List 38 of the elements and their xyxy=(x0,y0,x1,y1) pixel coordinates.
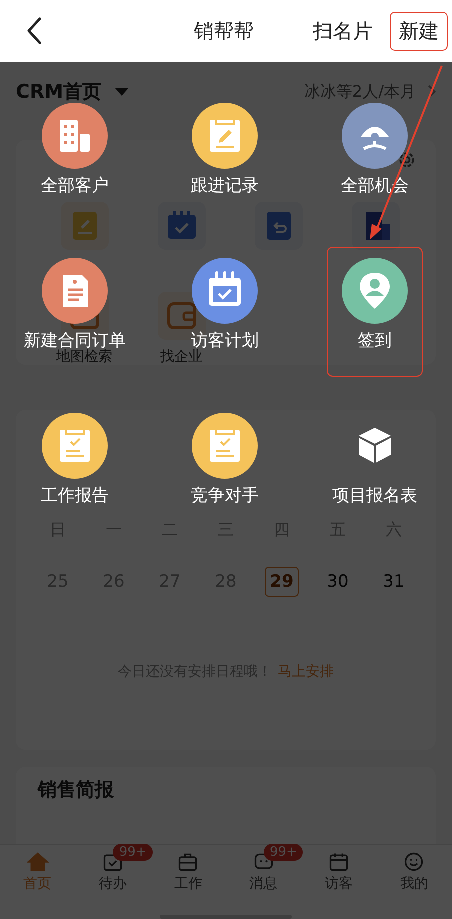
header-action[interactable]: 扫名片 xyxy=(304,12,382,50)
clipboard-icon[interactable] xyxy=(42,413,108,479)
calendar-icon[interactable] xyxy=(192,258,258,324)
menu-label[interactable]: 签到 xyxy=(358,329,392,352)
smiley-icon xyxy=(403,851,426,873)
clipboard-icon[interactable] xyxy=(192,413,258,479)
building-icon[interactable] xyxy=(42,103,108,169)
back-icon[interactable] xyxy=(26,17,42,45)
calendar-date[interactable]: 31 xyxy=(378,567,410,597)
caret-icon xyxy=(115,88,130,96)
tab-item[interactable]: 访客 xyxy=(324,851,353,893)
menu-label[interactable]: 项目报名表 xyxy=(332,484,418,507)
menu-label[interactable]: 全部客户 xyxy=(41,174,109,197)
umbrella-icon[interactable] xyxy=(342,103,408,169)
document-icon[interactable] xyxy=(42,258,108,324)
count-badge: 99+ xyxy=(264,844,304,861)
menu-label[interactable]: 竞争对手 xyxy=(191,484,259,507)
app-title: 销帮帮 xyxy=(194,18,254,44)
menu-label[interactable]: 工作报告 xyxy=(41,484,109,507)
header-action[interactable]: 新建 xyxy=(390,12,448,50)
tab-item[interactable]: 首页 xyxy=(24,851,52,893)
briefcase-icon xyxy=(177,851,200,873)
calendar-icon xyxy=(328,851,350,873)
note-icon[interactable] xyxy=(192,103,258,169)
count-badge: 99+ xyxy=(113,844,153,861)
form-label[interactable]: 找企业 xyxy=(160,349,202,365)
tab-item[interactable]: 我的 xyxy=(400,851,428,893)
schedule-link[interactable]: 马上安排 xyxy=(278,663,334,681)
form-label[interactable]: 地图检索 xyxy=(56,349,112,365)
menu-label[interactable]: 跟进记录 xyxy=(191,174,259,197)
card-title: 销售简报 xyxy=(38,779,114,801)
calendar-date[interactable]: 29 xyxy=(265,567,299,597)
calendar-date[interactable]: 30 xyxy=(322,567,354,597)
dashboard-title[interactable]: CRM首页 xyxy=(16,79,102,105)
tab-item[interactable]: 工作 xyxy=(174,851,202,893)
home-icon xyxy=(26,851,49,873)
location-pin-icon[interactable] xyxy=(342,258,408,324)
chevron-icon xyxy=(428,85,436,99)
